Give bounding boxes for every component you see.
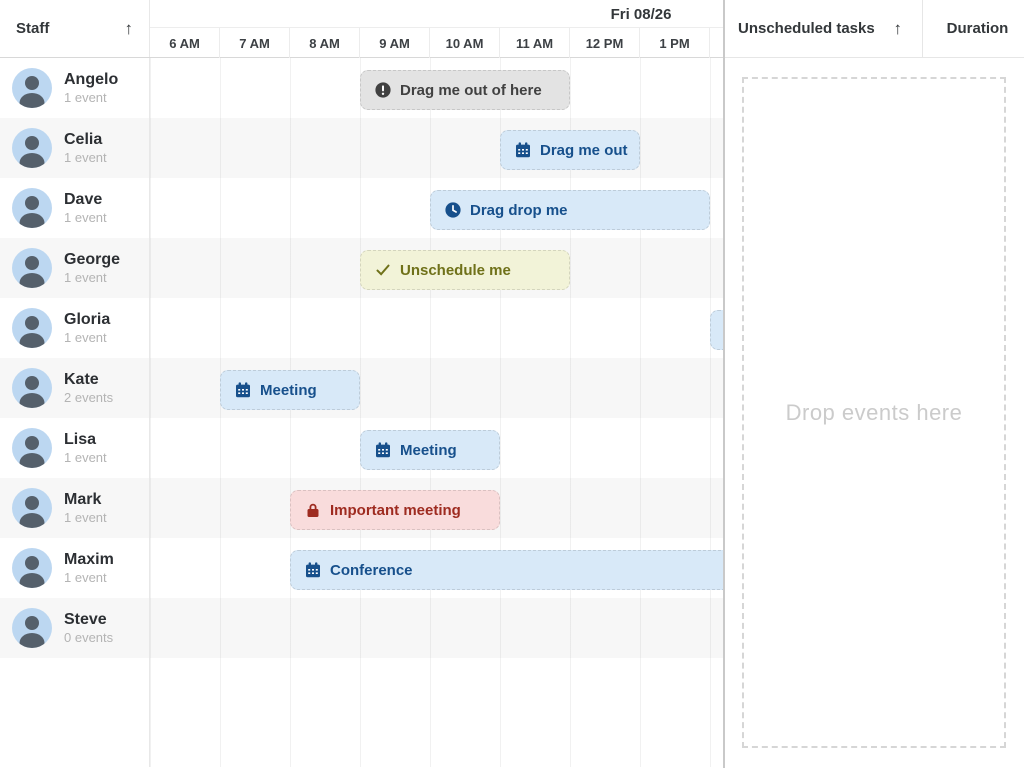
staff-cell: Celia 1 event	[0, 118, 150, 178]
staff-row-kate[interactable]: Kate 2 events	[0, 358, 723, 418]
staff-column-header[interactable]: Staff ↑	[0, 0, 150, 57]
timeline-header: Fri 08/26 6 AM 7 AM 8 AM 9 AM 10 AM 11 A…	[150, 0, 723, 57]
time-slot-9am: 9 AM	[360, 28, 430, 58]
staff-cell: Lisa 1 event	[0, 418, 150, 478]
event-meeting-kate[interactable]: Meeting	[220, 370, 360, 410]
staff-name: Kate	[64, 370, 113, 389]
event-drag-drop-me[interactable]: Drag drop me	[430, 190, 710, 230]
unscheduled-tasks-header[interactable]: Unscheduled tasks ↑	[725, 0, 923, 57]
sort-arrow-icon[interactable]: ↑	[894, 20, 903, 37]
event-conference[interactable]: Conference	[290, 550, 723, 590]
staff-event-count: 0 events	[64, 630, 113, 646]
staff-row-gloria[interactable]: Gloria 1 event	[0, 298, 723, 358]
event-label: Unschedule me	[400, 262, 511, 279]
duration-header[interactable]: Duration	[923, 0, 1024, 57]
event-label: Drag me out of here	[400, 82, 542, 99]
time-slot-6am: 6 AM	[150, 28, 220, 58]
staff-row-steve[interactable]: Steve 0 events	[0, 598, 723, 658]
staff-event-count: 1 event	[64, 330, 110, 346]
event-important-meeting[interactable]: Important meeting	[290, 490, 500, 530]
staff-name: Dave	[64, 190, 107, 209]
lock-icon	[305, 502, 321, 518]
staff-cell: Gloria 1 event	[0, 298, 150, 358]
avatar	[12, 608, 52, 648]
avatar	[12, 308, 52, 348]
event-unschedule-me[interactable]: Unschedule me	[360, 250, 570, 290]
clock-icon	[445, 202, 461, 218]
staff-cell: Kate 2 events	[0, 358, 150, 418]
staff-cell: Steve 0 events	[0, 598, 150, 658]
event-label: Drag drop me	[470, 202, 568, 219]
drop-events-zone[interactable]: Drop events here	[742, 77, 1006, 748]
staff-name: Maxim	[64, 550, 114, 569]
avatar	[12, 368, 52, 408]
duration-label: Duration	[939, 20, 1009, 37]
timeline-grid-cells[interactable]	[150, 298, 723, 358]
staff-name: George	[64, 250, 120, 269]
dropzone-placeholder: Drop events here	[786, 400, 963, 426]
staff-cell: Dave 1 event	[0, 178, 150, 238]
time-slot-row: 6 AM 7 AM 8 AM 9 AM 10 AM 11 AM 12 PM 1 …	[150, 28, 723, 58]
staff-name: Lisa	[64, 430, 107, 449]
sort-arrow-icon[interactable]: ↑	[125, 20, 134, 37]
staff-event-count: 1 event	[64, 90, 118, 106]
date-label: Fri 08/26	[611, 6, 672, 23]
avatar	[12, 68, 52, 108]
timeline-scheduler: Staff ↑ Fri 08/26 6 AM 7 AM 8 AM 9 AM 10…	[0, 0, 723, 768]
staff-name: Gloria	[64, 310, 110, 329]
staff-event-count: 2 events	[64, 390, 113, 406]
avatar	[12, 128, 52, 168]
time-slot-8am: 8 AM	[290, 28, 360, 58]
avatar	[12, 428, 52, 468]
event-label: Drag me out	[540, 142, 628, 159]
check-icon	[375, 262, 391, 278]
empty-grid-area	[0, 658, 723, 767]
calendar-icon	[235, 382, 251, 398]
staff-name: Angelo	[64, 70, 118, 89]
staff-event-count: 1 event	[64, 570, 114, 586]
staff-event-count: 1 event	[64, 510, 107, 526]
staff-cell: Maxim 1 event	[0, 538, 150, 598]
staff-name: Celia	[64, 130, 107, 149]
staff-cell: George 1 event	[0, 238, 150, 298]
timeline-grid-cells[interactable]	[150, 598, 723, 658]
time-slot-7am: 7 AM	[220, 28, 290, 58]
staff-event-count: 1 event	[64, 210, 107, 226]
scheduler-app: Staff ↑ Fri 08/26 6 AM 7 AM 8 AM 9 AM 10…	[0, 0, 1024, 768]
time-slot-10am: 10 AM	[430, 28, 500, 58]
avatar	[12, 548, 52, 588]
staff-name: Steve	[64, 610, 113, 629]
calendar-icon	[305, 562, 321, 578]
staff-header-label: Staff	[16, 20, 49, 37]
exclamation-circle-icon	[375, 82, 391, 98]
staff-cell: Mark 1 event	[0, 478, 150, 538]
event-label: Meeting	[400, 442, 457, 459]
staff-name: Mark	[64, 490, 107, 509]
event-drag-me-out-of-here[interactable]: Drag me out of here	[360, 70, 570, 110]
time-slot-1pm: 1 PM	[640, 28, 710, 58]
time-slot-12pm: 12 PM	[570, 28, 640, 58]
avatar	[12, 188, 52, 228]
unscheduled-tasks-panel: Unscheduled tasks ↑ Duration Drop events…	[725, 0, 1024, 768]
date-header-row: Fri 08/26	[150, 0, 723, 28]
staff-event-count: 1 event	[64, 270, 120, 286]
staff-event-count: 1 event	[64, 150, 107, 166]
panel-header: Unscheduled tasks ↑ Duration	[725, 0, 1024, 58]
unscheduled-tasks-label: Unscheduled tasks	[738, 20, 875, 37]
event-partial[interactable]	[710, 310, 723, 350]
event-meeting-lisa[interactable]: Meeting	[360, 430, 500, 470]
event-label: Important meeting	[330, 502, 461, 519]
avatar	[12, 248, 52, 288]
staff-cell: Angelo 1 event	[0, 58, 150, 118]
time-slot-11am: 11 AM	[500, 28, 570, 58]
event-label: Conference	[330, 562, 413, 579]
event-drag-me-out[interactable]: Drag me out	[500, 130, 640, 170]
staff-event-count: 1 event	[64, 450, 107, 466]
event-label: Meeting	[260, 382, 317, 399]
calendar-icon	[515, 142, 531, 158]
avatar	[12, 488, 52, 528]
calendar-icon	[375, 442, 391, 458]
scheduler-header: Staff ↑ Fri 08/26 6 AM 7 AM 8 AM 9 AM 10…	[0, 0, 723, 58]
